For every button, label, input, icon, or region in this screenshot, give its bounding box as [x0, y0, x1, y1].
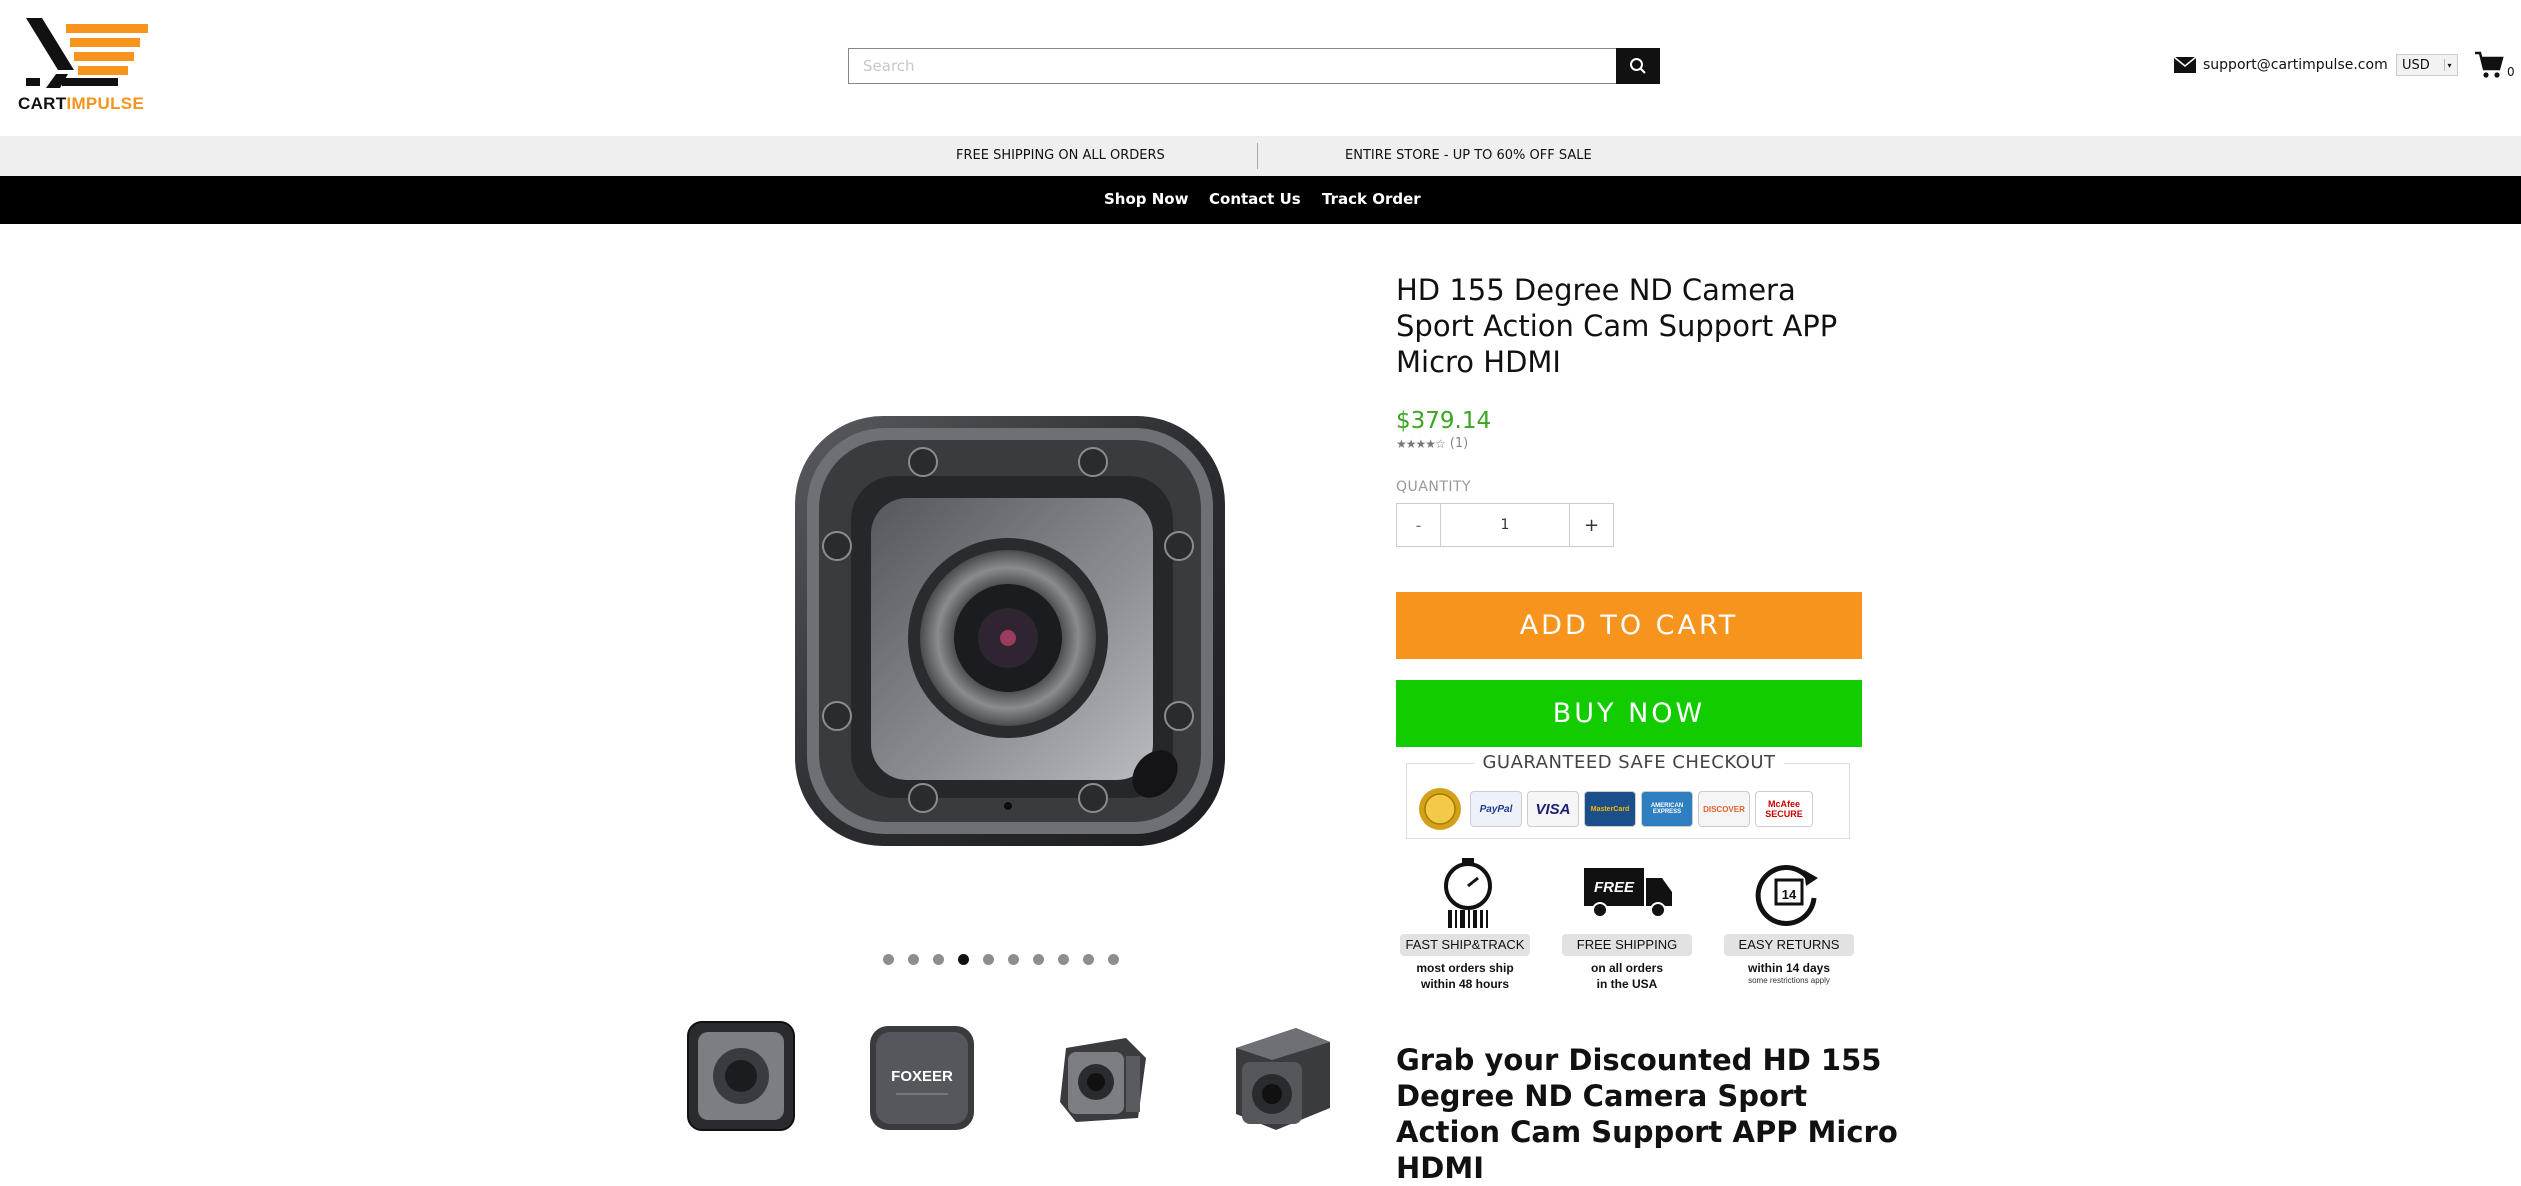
quantity-decrease-button[interactable]: - [1397, 504, 1441, 546]
support-email-link[interactable]: support@cartimpulse.com [2173, 54, 2388, 76]
feature-title: FAST SHIP&TRACK [1400, 934, 1530, 956]
support-email-text: support@cartimpulse.com [2203, 57, 2388, 73]
description-heading: Grab your Discounted HD 155 Degree ND Ca… [1396, 1043, 1898, 1185]
search-button[interactable] [1616, 48, 1660, 84]
nav-track-order[interactable]: Track Order [1322, 176, 1421, 224]
gallery-dot[interactable] [908, 954, 919, 965]
thumbnail-brand-text: FOXEER [891, 1068, 953, 1085]
visa-badge: VISA [1527, 791, 1579, 827]
feature-fast-ship: FAST SHIP&TRACK most orders ship within 4… [1400, 858, 1530, 991]
feature-note: some restrictions apply [1748, 976, 1830, 985]
shopping-cart-icon[interactable] [2474, 51, 2504, 79]
add-to-cart-button[interactable]: ADD TO CART [1396, 592, 1862, 659]
quantity-increase-button[interactable]: + [1569, 504, 1613, 546]
feature-free-shipping: FREE FREE SHIPPING on all orders in the U… [1562, 858, 1692, 991]
stopwatch-icon [1444, 858, 1492, 928]
product-title: HD 155 Degree ND Camera Sport Action Cam… [1396, 273, 1838, 379]
currency-value: USD [2402, 57, 2430, 73]
truck-label: FREE [1594, 879, 1635, 896]
feature-line-2: in the USA [1596, 977, 1658, 991]
quantity-label: QUANTITY [1396, 479, 1472, 495]
calendar-number: 14 [1782, 887, 1797, 902]
nav-shop-now[interactable]: Shop Now [1104, 176, 1188, 224]
thumbnail-strip: FOXEER [686, 1018, 1336, 1155]
payment-badges: PayPal VISA MasterCard AMERICAN EXPRESS … [1415, 786, 1813, 832]
quantity-stepper: - + [1396, 503, 1614, 547]
promo-divider [1257, 143, 1258, 169]
discover-badge: DISCOVER [1698, 791, 1750, 827]
feature-line-2: within 48 hours [1420, 977, 1509, 991]
gallery-dot[interactable] [1083, 954, 1094, 965]
chevron-down-icon: ▾ [2444, 59, 2454, 71]
feature-line-1: within 14 days [1747, 961, 1831, 975]
product-rating[interactable]: ★★★★☆ (1) [1396, 436, 1468, 451]
feature-title: EASY RETURNS [1724, 934, 1854, 956]
feature-line-1: on all orders [1590, 961, 1664, 975]
gallery-dot[interactable] [933, 954, 944, 965]
site-header: CARTIMPULSE support@cartimpulse.com USD … [0, 0, 2521, 136]
checkout-title-text: GUARANTEED SAFE CHECKOUT [1474, 752, 1784, 773]
search-icon [1630, 58, 1646, 74]
gallery-dot[interactable] [983, 954, 994, 965]
cart-count: 0 [2507, 65, 2515, 79]
feature-easy-returns: 14 EASY RETURNS within 14 days some rest… [1724, 858, 1854, 985]
gallery-dot[interactable] [1058, 954, 1069, 965]
logo-wordmark[interactable]: CARTIMPULSE [18, 94, 144, 114]
quantity-input[interactable] [1441, 504, 1569, 546]
guarantee-seal-icon [1419, 788, 1461, 830]
safe-checkout-badge: GUARANTEED SAFE CHECKOUT PayPal VISA Mas… [1406, 752, 1850, 839]
gallery-dot[interactable] [1108, 954, 1119, 965]
logo-word-cart: CART [18, 94, 67, 113]
return-calendar-icon: 14 [1755, 864, 1818, 926]
feature-line: on all orders in the USA [1562, 960, 1692, 992]
rating-count: (1) [1449, 436, 1469, 451]
currency-select[interactable]: USD ▾ [2396, 54, 2458, 76]
amex-badge: AMERICAN EXPRESS [1641, 791, 1693, 827]
gallery-dot[interactable] [883, 954, 894, 965]
gallery-dot[interactable] [1008, 954, 1019, 965]
thumbnail-4[interactable] [1226, 1018, 1338, 1136]
mastercard-badge: MasterCard [1584, 791, 1636, 827]
main-nav: Shop Now Contact Us Track Order [0, 176, 2521, 224]
search-bar [848, 48, 1660, 84]
feature-title: FREE SHIPPING [1562, 934, 1692, 956]
search-input[interactable] [848, 48, 1618, 84]
product-main-image[interactable] [773, 390, 1233, 870]
mcafee-badge: McAfee SECURE [1755, 791, 1813, 827]
promo-free-shipping: FREE SHIPPING ON ALL ORDERS [956, 148, 1165, 163]
product-price: $379.14 [1396, 408, 1492, 434]
checkout-title: GUARANTEED SAFE CHECKOUT [1407, 752, 1851, 773]
promo-sale: ENTIRE STORE - UP TO 60% OFF SALE [1345, 148, 1592, 163]
gallery-dots [883, 954, 1119, 965]
feature-icons: FAST SHIP&TRACK most orders ship within 4… [1396, 858, 1866, 998]
feature-line-1: most orders ship [1416, 961, 1514, 975]
logo-word-impulse: IMPULSE [66, 94, 145, 113]
buy-now-button[interactable]: BUY NOW [1396, 680, 1862, 747]
nav-contact-us[interactable]: Contact Us [1209, 176, 1301, 224]
gallery-dot[interactable] [1033, 954, 1044, 965]
gallery-dot-active[interactable] [958, 954, 969, 965]
rating-stars-icon: ★★★★☆ [1396, 436, 1446, 451]
delivery-truck-icon: FREE [1584, 868, 1672, 918]
thumbnail-1[interactable] [686, 1018, 798, 1136]
envelope-icon [2173, 56, 2197, 73]
feature-line: most orders ship within 48 hours [1400, 960, 1530, 992]
thumbnail-2[interactable]: FOXEER [866, 1018, 978, 1136]
thumbnail-3[interactable] [1046, 1018, 1158, 1136]
promo-bar: FREE SHIPPING ON ALL ORDERS ENTIRE STORE… [0, 136, 2521, 176]
paypal-badge: PayPal [1470, 791, 1522, 827]
